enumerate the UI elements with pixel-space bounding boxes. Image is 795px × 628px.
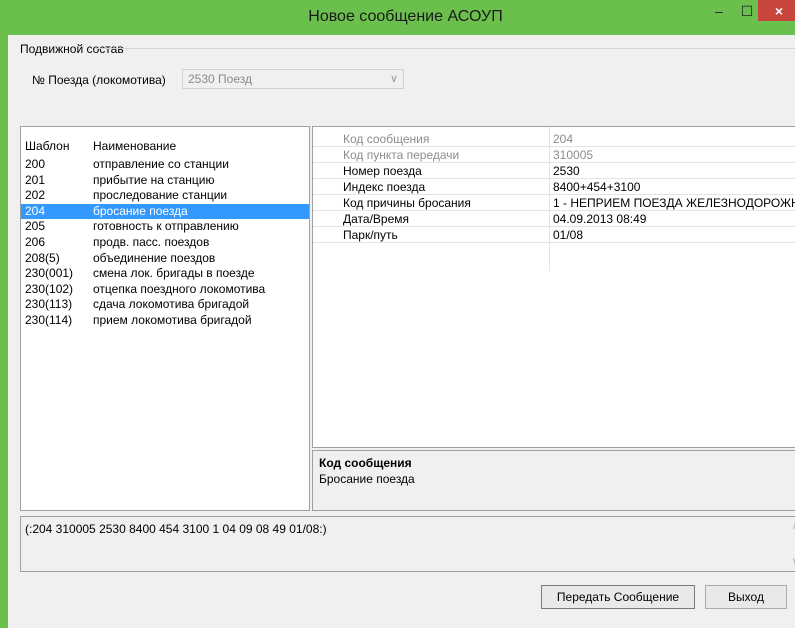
template-name: прибытие на станцию (93, 172, 215, 187)
exit-button[interactable]: Выход (705, 585, 787, 609)
template-code: 202 (25, 188, 46, 203)
template-code: 206 (25, 234, 46, 249)
template-row[interactable]: 230(102) отцепка поездного локомотива (21, 282, 309, 298)
template-name: объединение поездов (93, 250, 216, 265)
minimize-icon[interactable]: – (708, 0, 730, 22)
property-row[interactable]: Индекс поезда 8400+454+3100 (313, 179, 795, 195)
template-row[interactable]: 208(5) объединение поездов (21, 251, 309, 267)
property-grid[interactable]: Код сообщения 204 Код пункта передачи 31000… (312, 126, 795, 448)
template-row[interactable]: 201 прибытие на станцию (21, 173, 309, 189)
property-key: Код сообщения (343, 132, 430, 146)
template-row[interactable]: 202 проследование станции (21, 188, 309, 204)
template-name: отцепка поездного локомотива (93, 281, 266, 296)
property-row[interactable]: Код сообщения 204 (313, 131, 795, 147)
template-name: прием локомотива бригадой (93, 312, 252, 327)
title-bar[interactable]: Новое сообщение АСОУП – ☐ × (8, 0, 795, 35)
property-key: Дата/Время (343, 212, 410, 226)
template-rows: 200 отправление со станции 201 прибытие на … (21, 157, 309, 329)
chevron-down-icon[interactable]: ∨ (390, 72, 398, 85)
template-row[interactable]: 230(114) прием локомотива бригадой (21, 313, 309, 329)
property-key: Код причины бросания (343, 196, 471, 210)
property-value[interactable]: 01/08 (553, 228, 583, 242)
message-text: (:204 310005 2530 8400 454 3100 1 04 09 … (25, 522, 327, 536)
template-row[interactable]: 230(001) смена лок. бригады в поезде (21, 266, 309, 282)
message-text-area[interactable]: (:204 310005 2530 8400 454 3100 1 04 09 … (20, 516, 795, 572)
template-code: 230(113) (25, 297, 73, 312)
property-row[interactable]: Парк/путь 01/08 (313, 227, 795, 243)
window: Новое сообщение АСОУП – ☐ × Подвижной со… (0, 0, 795, 628)
template-row[interactable]: 205 готовность к отправлению (21, 219, 309, 235)
template-name: сдача локомотива бригадой (93, 297, 250, 312)
template-name: отправление со станции (93, 157, 229, 171)
template-name: смена лок. бригады в поезде (93, 266, 255, 281)
template-row[interactable]: 204 бросание поезда (21, 203, 309, 220)
template-name: готовность к отправлению (93, 219, 239, 234)
template-code: 208(5) (25, 250, 60, 265)
property-row[interactable]: Код причины бросания 1 - НЕПРИЕМ ПОЕЗДА Ж… (313, 195, 795, 211)
property-key: Код пункта передачи (343, 148, 460, 162)
property-row[interactable]: Код пункта передачи 310005 (313, 147, 795, 163)
group-divider (96, 48, 795, 49)
group-label: Подвижной состав (20, 42, 124, 56)
property-key: Номер поезда (343, 164, 422, 178)
template-name: проследование станции (93, 188, 228, 203)
template-name: бросание поезда (93, 203, 188, 218)
train-number-value: 2530 Поезд (188, 72, 252, 86)
train-number-combo[interactable]: 2530 Поезд ∨ (182, 69, 404, 89)
template-row[interactable]: 200 отправление со станции (21, 157, 309, 173)
template-code: 205 (25, 219, 46, 234)
property-value[interactable]: 1 - НЕПРИЕМ ПОЕЗДА ЖЕЛЕЗНОДОРОЖН (553, 196, 795, 210)
property-value[interactable]: 04.09.2013 08:49 (553, 212, 646, 226)
description-text: Бросание поезда (319, 472, 415, 486)
property-key: Индекс поезда (343, 180, 426, 194)
column-header-template[interactable]: Шаблон (25, 139, 69, 153)
template-list-header: Шаблон Наименование (21, 137, 309, 155)
description-title: Код сообщения (319, 456, 412, 470)
template-list[interactable]: Шаблон Наименование 200 отправление со ст… (20, 126, 310, 511)
client-area: Подвижной состав № Поезда (локомотива) 2… (16, 35, 795, 628)
template-code: 230(001) (25, 266, 74, 281)
template-row[interactable]: 206 продв. пасс. поездов (21, 235, 309, 251)
template-row[interactable]: 230(113) сдача локомотива бригадой (21, 297, 309, 313)
maximize-icon[interactable]: ☐ (736, 0, 758, 22)
property-value[interactable]: 2530 (553, 164, 580, 178)
template-code: 200 (25, 157, 46, 171)
send-message-button[interactable]: Передать Сообщение (541, 585, 695, 609)
close-icon[interactable]: × (758, 0, 795, 21)
train-number-label: № Поезда (локомотива) (32, 73, 166, 87)
description-panel: Код сообщения Бросание поезда (312, 450, 795, 511)
property-row[interactable]: Номер поезда 2530 (313, 163, 795, 179)
property-value: 310005 (553, 148, 594, 162)
template-code: 204 (25, 203, 46, 218)
template-code: 230(114) (25, 312, 73, 327)
property-value: 204 (553, 132, 574, 146)
window-title: Новое сообщение АСОУП (308, 8, 503, 25)
column-header-name[interactable]: Наименование (93, 139, 176, 153)
template-name: продв. пасс. поездов (93, 234, 210, 249)
template-code: 230(102) (25, 281, 74, 296)
property-row[interactable]: Дата/Время 04.09.2013 08:49 (313, 211, 795, 227)
property-key: Парк/путь (343, 228, 398, 242)
property-value[interactable]: 8400+454+3100 (553, 180, 640, 194)
template-code: 201 (25, 172, 46, 187)
